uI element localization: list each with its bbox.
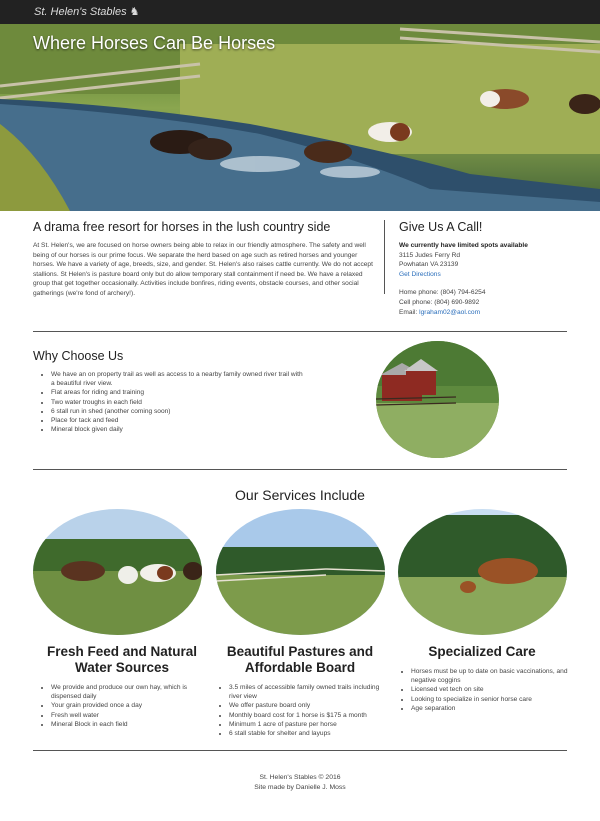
- why-list: We have an on property trail as well as …: [33, 370, 303, 434]
- list-item: 6 stall stable for shelter and layups: [229, 729, 389, 738]
- footer: St. Helen's Stables © 2016 Site made by …: [0, 773, 600, 792]
- why-heading: Why Choose Us: [33, 349, 124, 363]
- contact-heading: Give Us A Call!: [399, 220, 483, 234]
- footer-copyright: St. Helen's Stables © 2016: [259, 774, 341, 781]
- divider: [33, 469, 567, 470]
- list-item: Place for tack and feed: [51, 416, 303, 425]
- address-line2: Powhatan VA 23139: [399, 261, 459, 269]
- list-item: Fresh well water: [51, 711, 211, 720]
- cell-phone: Cell phone: (804) 690-9892: [399, 298, 480, 306]
- list-item: Horses must be up to date on basic vacci…: [411, 667, 571, 685]
- service-column-feed: Fresh Feed and Natural Water Sources We …: [33, 644, 211, 729]
- service-list: 3.5 miles of accessible family owned tra…: [211, 683, 389, 738]
- list-item: Flat areas for riding and training: [51, 388, 303, 397]
- list-item: Looking to specialize in senior horse ca…: [411, 695, 571, 704]
- list-item: 6 stall run in shed (another coming soon…: [51, 407, 303, 416]
- home-phone: Home phone: (804) 794-6254: [399, 289, 486, 297]
- hero-title: Where Horses Can Be Horses: [33, 33, 276, 53]
- list-item: Licensed vet tech on site: [411, 685, 571, 694]
- chestnut-horse-image: [398, 509, 567, 635]
- list-item: Minimum 1 acre of pasture per horse: [229, 720, 389, 729]
- list-item: Mineral block given daily: [51, 425, 303, 434]
- address-line1: 3115 Judes Ferry Rd: [399, 251, 461, 259]
- contact-panel: Give Us A Call! We currently have limite…: [384, 220, 574, 316]
- email-link[interactable]: lgraham02@aol.com: [419, 309, 480, 316]
- service-list: Horses must be up to date on basic vacci…: [393, 667, 571, 713]
- list-item: Two water troughs in each field: [51, 398, 303, 407]
- service-list: We provide and produce our own hay, whic…: [33, 683, 211, 729]
- divider: [33, 331, 567, 332]
- list-item: We provide and produce our own hay, whic…: [51, 683, 211, 701]
- services-heading: Our Services Include: [235, 487, 365, 503]
- barn-image: [376, 341, 499, 458]
- service-title: Beautiful Pastures and Affordable Board: [226, 644, 374, 675]
- footer-credit: Site made by Danielle J. Moss: [254, 783, 346, 791]
- pasture-image: [216, 509, 385, 635]
- email-label: Email:: [399, 308, 420, 316]
- availability-notice: We currently have limited spots availabl…: [399, 242, 528, 249]
- horses-grazing-image: [33, 509, 202, 635]
- service-column-pastures: Beautiful Pastures and Affordable Board …: [211, 644, 389, 738]
- divider: [33, 750, 567, 751]
- why-section: Why Choose Us We have an on property tra…: [33, 349, 303, 434]
- list-item: Age separation: [411, 704, 571, 713]
- list-item: 3.5 miles of accessible family owned tra…: [229, 683, 389, 701]
- service-title: Specialized Care: [428, 644, 536, 659]
- list-item: Mineral Block in each field: [51, 720, 211, 729]
- intro-section: A drama free resort for horses in the lu…: [33, 220, 375, 299]
- email-row: Email: lgraham02@aol.com: [399, 308, 574, 318]
- horse-icon: ♞: [129, 6, 140, 18]
- navbar: St. Helen's Stables ♞: [0, 0, 600, 24]
- directions-link[interactable]: Get Directions: [399, 270, 574, 280]
- service-title: Fresh Feed and Natural Water Sources: [46, 644, 198, 675]
- intro-paragraph: At St. Helen's, we are focused on horse …: [33, 242, 373, 297]
- brand-link[interactable]: St. Helen's Stables ♞: [34, 5, 139, 18]
- list-item: We offer pasture board only: [229, 701, 389, 710]
- list-item: Your grain provided once a day: [51, 701, 211, 710]
- hero-banner: Where Horses Can Be Horses: [0, 24, 600, 211]
- brand-name[interactable]: St. Helen's Stables: [34, 6, 127, 18]
- service-column-care: Specialized Care Horses must be up to da…: [393, 644, 571, 713]
- list-item: Monthly board cost for 1 horse is $175 a…: [229, 711, 389, 720]
- list-item: We have an on property trail as well as …: [51, 370, 303, 388]
- intro-heading: A drama free resort for horses in the lu…: [33, 220, 331, 234]
